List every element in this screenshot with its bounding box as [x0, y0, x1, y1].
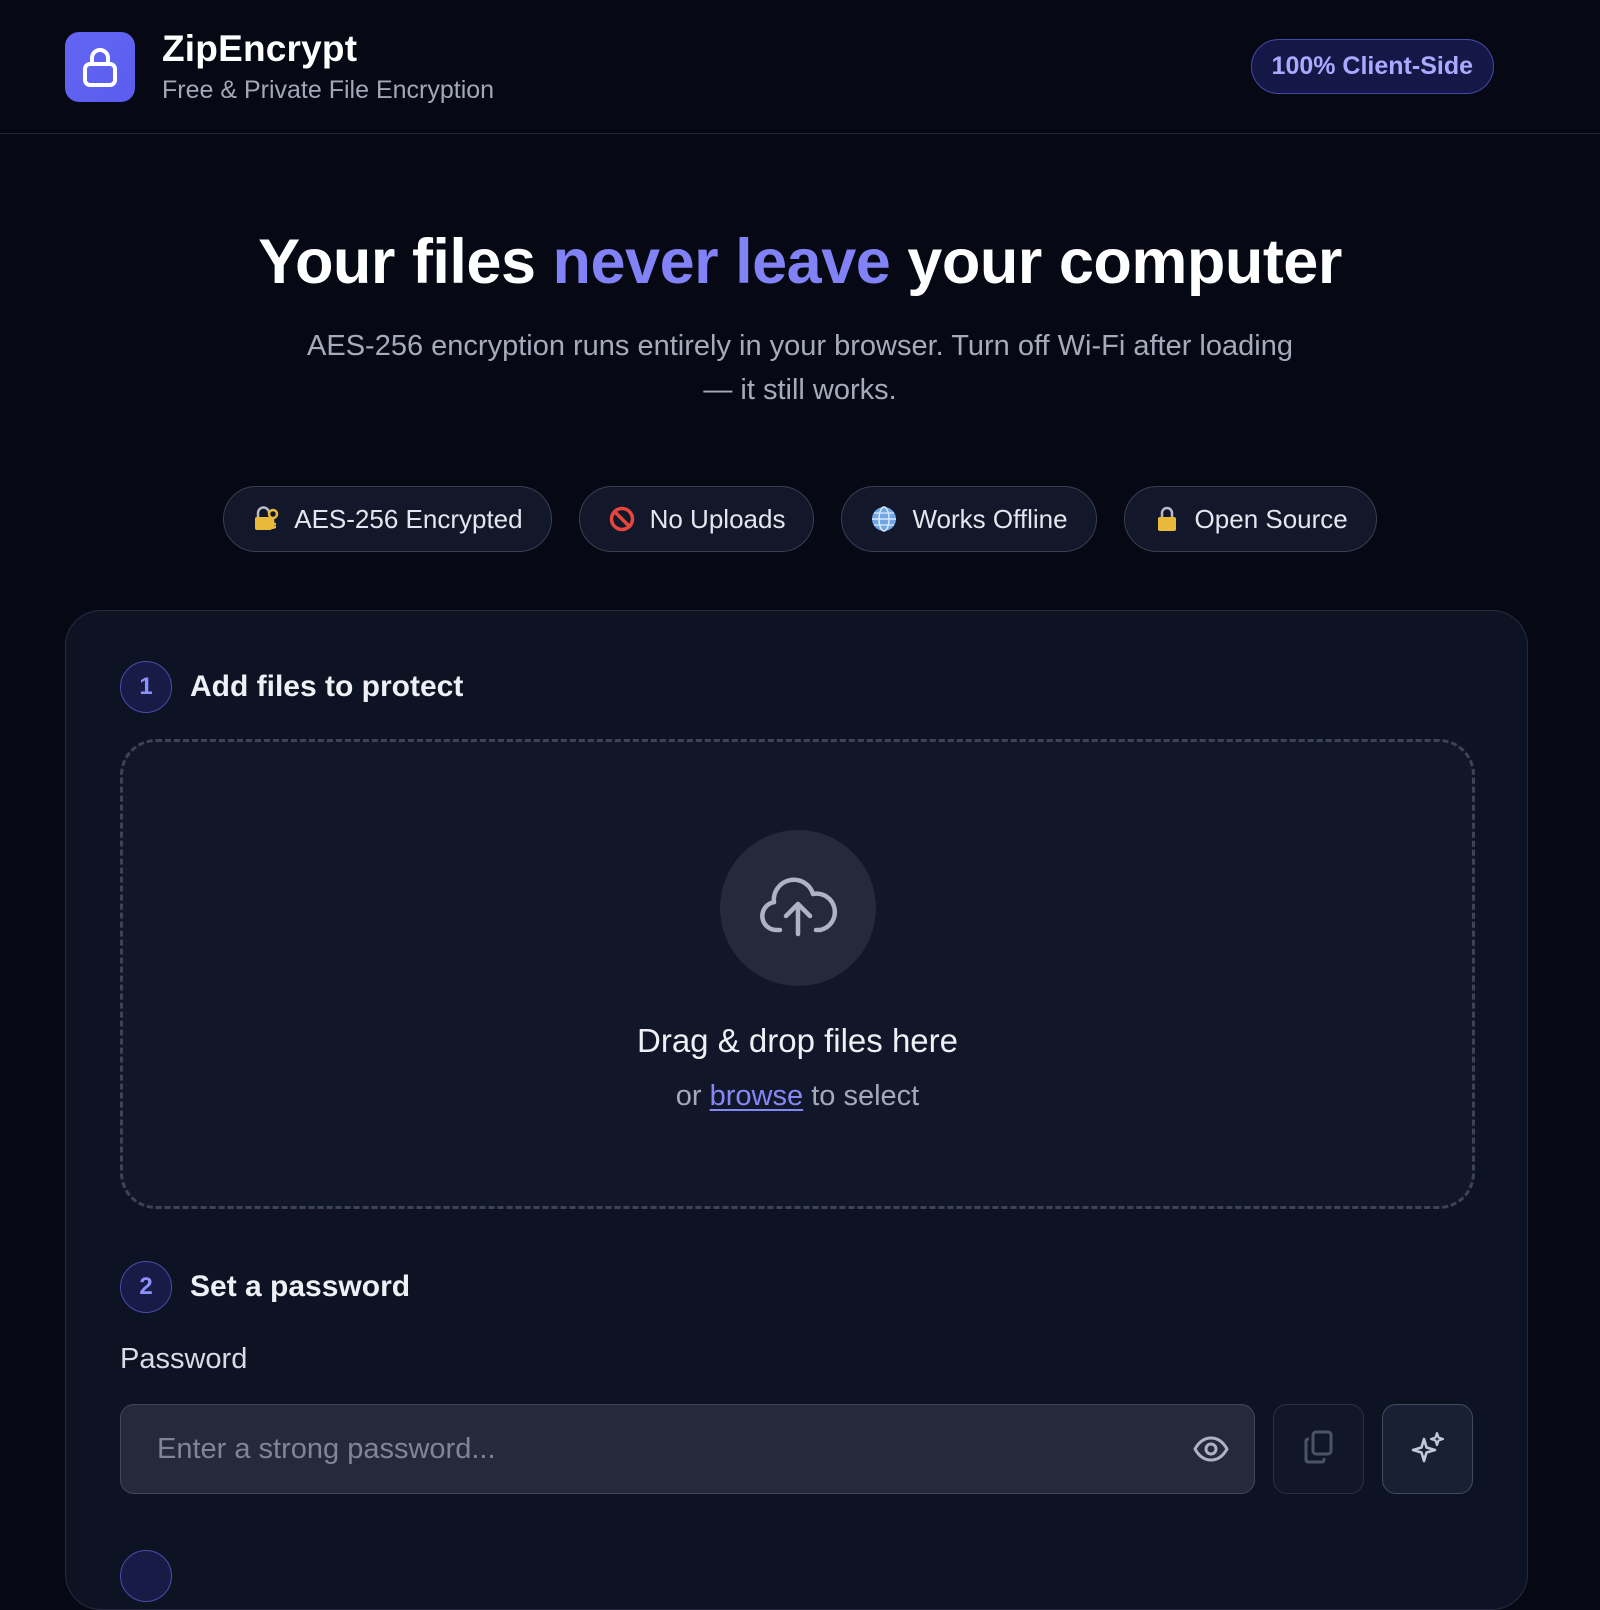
hero-title-part1: Your files: [258, 227, 553, 297]
padlock-icon: [1153, 505, 1181, 533]
dropzone-suffix-text: to select: [803, 1080, 920, 1112]
hero-title: Your files never leave your computer: [0, 226, 1600, 298]
file-dropzone[interactable]: Drag & drop files here or browse to sele…: [120, 739, 1475, 1209]
dropzone-title: Drag & drop files here: [637, 1022, 958, 1059]
step-3-number-partial: [120, 1550, 172, 1602]
feature-label: AES-256 Encrypted: [294, 503, 523, 534]
hero-title-accent: never leave: [552, 227, 891, 297]
client-side-badge: 100% Client-Side: [1250, 39, 1494, 94]
browse-link[interactable]: browse: [710, 1080, 804, 1112]
feature-pill-no-uploads: No Uploads: [578, 486, 815, 552]
dropzone-or-text: or: [675, 1080, 710, 1112]
password-field-wrapper: [120, 1404, 1256, 1494]
feature-label: Open Source: [1194, 503, 1348, 534]
eye-icon[interactable]: [1192, 1430, 1230, 1468]
locked-with-key-icon: [252, 505, 280, 533]
feature-label: No Uploads: [649, 503, 786, 534]
sparkles-icon: [1411, 1431, 1445, 1468]
feature-pill-encrypted: AES-256 Encrypted: [223, 486, 552, 552]
encrypt-card: 1 Add files to protect Drag & drop files…: [65, 610, 1528, 1610]
password-label: Password: [120, 1343, 248, 1375]
copy-password-button[interactable]: [1273, 1404, 1365, 1494]
hero-description: AES-256 encryption runs entirely in your…: [307, 330, 1293, 406]
brand: ZipEncrypt Free & Private File Encryptio…: [65, 28, 494, 105]
app-title: ZipEncrypt: [162, 28, 358, 69]
generate-password-button[interactable]: [1382, 1404, 1473, 1494]
feature-pill-offline: Works Offline: [841, 486, 1097, 552]
step-number: 2: [120, 1261, 172, 1313]
step-title: Set a password: [190, 1270, 411, 1303]
globe-icon: [870, 505, 898, 533]
copy-icon: [1304, 1430, 1334, 1469]
password-input[interactable]: [157, 1432, 1193, 1466]
hero-section: Your files never leave your computer AES…: [0, 134, 1600, 552]
step-title: Add files to protect: [190, 670, 464, 703]
lock-icon: [65, 31, 135, 102]
step-2-header: 2 Set a password: [120, 1261, 1473, 1313]
prohibited-icon: [608, 505, 636, 533]
password-row: [120, 1404, 1473, 1494]
step-1-header: 1 Add files to protect: [120, 661, 1473, 713]
app-header: ZipEncrypt Free & Private File Encryptio…: [0, 0, 1600, 134]
feature-label: Works Offline: [912, 503, 1068, 534]
step-number: 1: [120, 661, 172, 713]
feature-pill-open-source: Open Source: [1123, 486, 1377, 552]
hero-title-part2: your computer: [890, 227, 1342, 297]
dropzone-subtitle: or browse to select: [676, 1080, 919, 1113]
feature-pills: AES-256 Encrypted No Uploads Works Offli…: [0, 486, 1600, 552]
app-tagline: Free & Private File Encryption: [162, 76, 495, 104]
cloud-upload-icon: [719, 830, 876, 986]
